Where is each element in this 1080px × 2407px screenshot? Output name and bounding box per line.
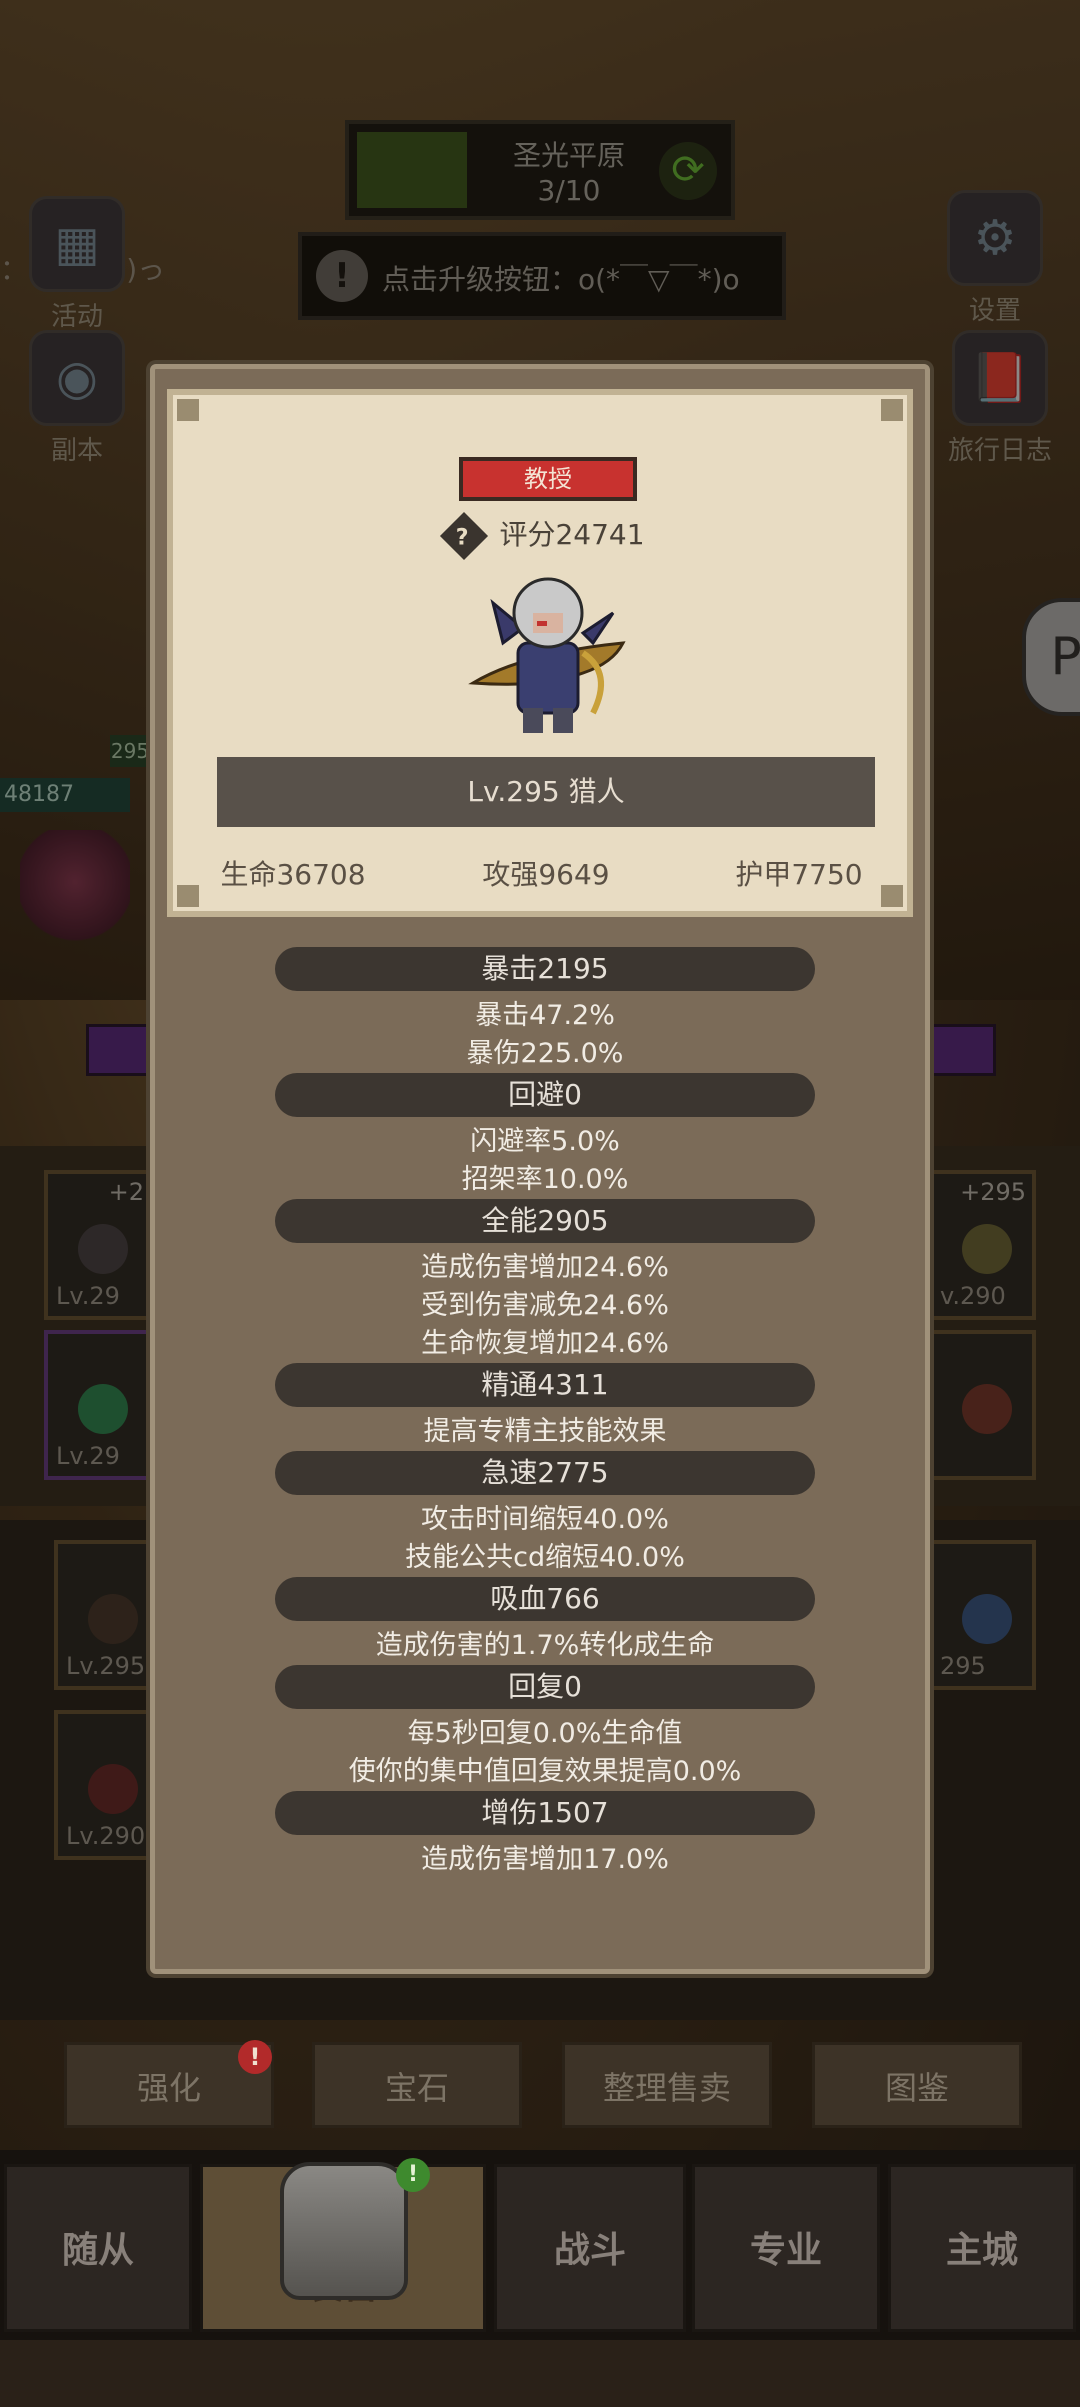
- stat-detail: 攻击时间缩短40.0%: [421, 1504, 669, 1535]
- title-badge: 教授: [459, 457, 637, 501]
- notification-badge: !: [396, 2158, 430, 2192]
- stat-detail: 使你的集中值回复效果提高0.0%: [348, 1756, 742, 1787]
- stat-header: 暴击2195: [275, 947, 815, 991]
- character-stats-modal[interactable]: 教授 ? 评分24741 Lv.295 猎人 生命36708 攻强9649 护甲7…: [150, 364, 930, 1974]
- stat-detail: 闪避率5.0%: [470, 1126, 620, 1157]
- help-icon[interactable]: ?: [440, 511, 489, 561]
- tab-city[interactable]: 主城: [888, 2164, 1076, 2332]
- level-class-bar: Lv.295 猎人: [217, 757, 875, 827]
- tab-profession[interactable]: 专业: [692, 2164, 880, 2332]
- stat-detail: 造成伤害增加17.0%: [421, 1844, 669, 1875]
- stat-header: 增伤1507: [275, 1791, 815, 1835]
- score-row: ? 评分24741: [173, 511, 919, 561]
- stat-detail: 受到伤害减免24.6%: [421, 1290, 669, 1321]
- tab-follower[interactable]: 随从: [4, 2164, 192, 2332]
- notification-badge: !: [238, 2040, 272, 2074]
- stat-header: 急速2775: [275, 1451, 815, 1495]
- base-stats: 生命36708 攻强9649 护甲7750: [173, 853, 919, 893]
- stat-detail: 暴击47.2%: [475, 1000, 615, 1031]
- sort-sell-button[interactable]: 整理售卖: [562, 2042, 772, 2128]
- tab-battle[interactable]: 战斗: [494, 2164, 686, 2332]
- stat-header: 吸血766: [275, 1577, 815, 1621]
- stat-header: 回复0: [275, 1665, 815, 1709]
- stat-detail: 招架率10.0%: [461, 1164, 629, 1195]
- armor-icon: [280, 2162, 408, 2300]
- stat-detail: 生命恢复增加24.6%: [421, 1328, 669, 1359]
- bottom-nav: 随从 装备 战斗 专业 主城: [0, 2150, 1080, 2340]
- stat-detail: 每5秒回复0.0%生命值: [407, 1718, 683, 1749]
- stat-detail: 技能公共cd缩短40.0%: [405, 1542, 685, 1573]
- stat-detail: 造成伤害的1.7%转化成生命: [375, 1630, 715, 1661]
- character-card: 教授 ? 评分24741 Lv.295 猎人 生命36708 攻强9649 护甲7…: [167, 389, 913, 917]
- stat-detail: 暴伤225.0%: [466, 1038, 624, 1069]
- card-corner: [177, 399, 199, 421]
- stat-detail: 提高专精主技能效果: [423, 1416, 667, 1447]
- armor-stat: 护甲7750: [735, 858, 863, 891]
- stat-header: 全能2905: [275, 1199, 815, 1243]
- stat-detail: 造成伤害增加24.6%: [421, 1252, 669, 1283]
- card-corner: [881, 399, 903, 421]
- stat-header: 回避0: [275, 1073, 815, 1117]
- codex-button[interactable]: 图鉴: [812, 2042, 1022, 2128]
- hunter-character-sprite: [468, 577, 626, 733]
- score-text: 评分24741: [499, 518, 645, 551]
- attack-stat: 攻强9649: [482, 858, 610, 891]
- hp-stat: 生命36708: [220, 858, 366, 891]
- gem-button[interactable]: 宝石: [312, 2042, 522, 2128]
- stat-header: 精通4311: [275, 1363, 815, 1407]
